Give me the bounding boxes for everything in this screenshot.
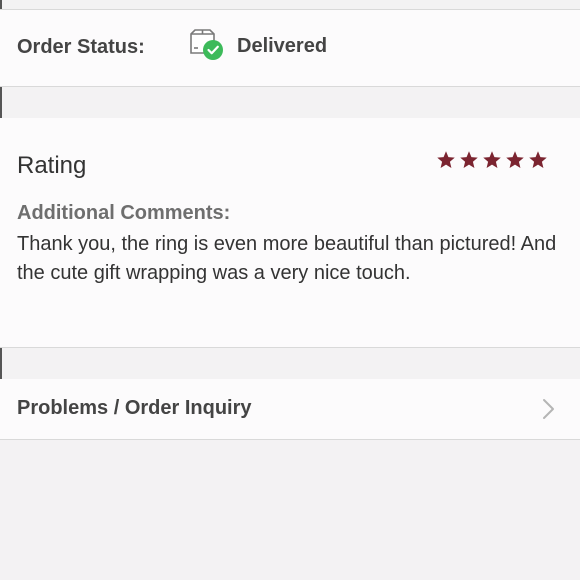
comments-label: Additional Comments: [17, 202, 231, 224]
order-inquiry-label: Problems / Order Inquiry [17, 397, 252, 419]
star-icon [460, 151, 478, 168]
chevron-right-icon [541, 398, 555, 425]
star-icon [437, 151, 455, 168]
rating-title: Rating [17, 152, 87, 179]
order-inquiry-row[interactable]: Problems / Order Inquiry [0, 379, 580, 440]
check-circle-icon [203, 40, 223, 60]
star-icon [506, 151, 524, 168]
delivered-box-icon [188, 28, 226, 62]
review-section: Rating Additional Comments: Thank you, t… [0, 118, 580, 348]
comments-text: Thank you, the ring is even more beautif… [17, 233, 557, 284]
star-icon [483, 151, 501, 168]
order-status-section: Order Status: Delivered [0, 9, 580, 87]
order-status-value: Delivered [237, 35, 328, 57]
star-rating [436, 150, 548, 170]
star-icon [529, 151, 547, 168]
order-status-label: Order Status: [17, 36, 145, 58]
